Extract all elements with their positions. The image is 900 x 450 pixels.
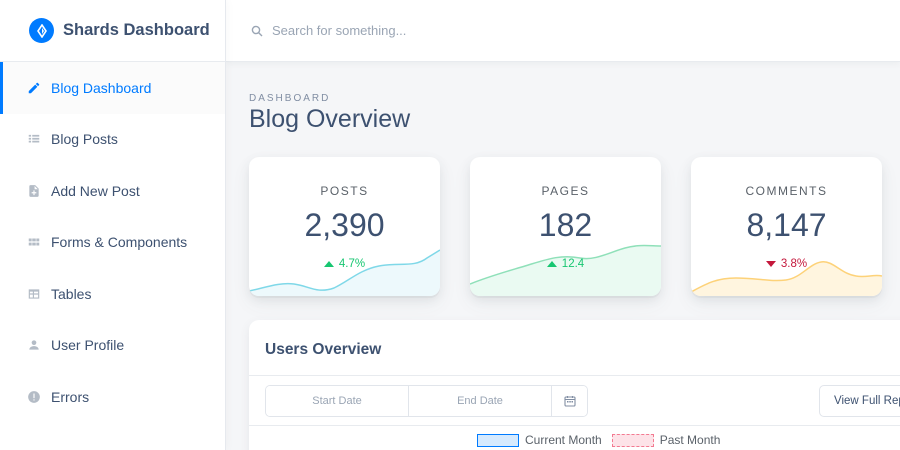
sidebar-item-blog-posts[interactable]: Blog Posts [0,114,225,166]
divider [249,375,900,376]
stat-label: COMMENTS [745,184,828,198]
stat-change-value: 4.7% [338,258,366,270]
legend-swatch-current [477,433,519,447]
sidebar-item-user-profile[interactable]: User Profile [0,320,225,372]
search-icon [251,25,263,36]
divider [249,425,900,426]
search-input[interactable] [272,23,672,38]
note-add-icon [27,184,41,198]
legend-swatch-past [611,433,654,447]
users-overview-card: Users Overview View Full Report Current … [249,320,900,450]
stat-card-posts: POSTS 2,390 4.7% [249,157,440,296]
stat-change: 12.4 [470,258,661,270]
calendar-icon [563,396,576,407]
date-range-picker [265,385,588,417]
stat-change-value: 12.4 [561,258,585,270]
brand-name: Shards Dashboard [63,21,210,39]
list-icon [27,132,41,146]
stat-change-value: 3.8% [780,258,808,270]
sidebar-item-blog-dashboard[interactable]: Blog Dashboard [0,62,225,114]
stat-card-comments: COMMENTS 8,147 3.8% [691,157,882,296]
sidebar-item-tables[interactable]: Tables [0,268,225,320]
sidebar-item-label: Blog Dashboard [51,79,152,96]
table-icon [27,287,41,301]
arrow-up-icon [546,261,557,267]
sidebar: Shards Dashboard Blog Dashboard Blog Pos… [0,0,226,450]
start-date-input[interactable] [266,386,409,416]
legend-label-current: Current Month [525,433,602,447]
legend-label-past: Past Month [659,433,721,447]
stat-value: 182 [538,207,593,243]
arrow-down-icon [765,261,776,267]
stat-change: 4.7% [249,258,440,270]
error-icon [27,390,41,404]
sidebar-item-errors[interactable]: Errors [0,371,225,423]
brand[interactable]: Shards Dashboard [0,0,225,62]
sidebar-item-add-new-post[interactable]: Add New Post [0,165,225,217]
stat-card-pages: PAGES 182 12.4 [470,157,661,296]
arrow-up-icon [323,261,334,267]
view-full-report-button[interactable]: View Full Report [819,385,900,417]
stat-label: PAGES [541,184,590,198]
sidebar-item-label: User Profile [51,337,125,354]
sidebar-item-label: Add New Post [51,182,140,199]
stat-label: POSTS [320,184,369,198]
chart-legend: Current Month Past Month [477,433,720,447]
shards-logo-icon [29,18,54,43]
end-date-input[interactable] [409,386,552,416]
calendar-button[interactable] [552,386,587,416]
users-overview-title: Users Overview [265,341,382,358]
sidebar-item-label: Errors [51,388,90,405]
stat-change: 3.8% [691,258,882,270]
sidebar-item-forms-components[interactable]: Forms & Components [0,217,225,269]
pencil-icon [27,81,41,95]
sidebar-nav: Blog Dashboard Blog Posts Add New Post F… [0,62,225,423]
person-icon [27,338,41,352]
stat-value: 2,390 [304,207,385,243]
sidebar-item-label: Tables [51,285,92,302]
stat-value: 8,147 [746,207,827,243]
view-module-icon [27,235,41,249]
page-subtitle: DASHBOARD [249,93,331,104]
sidebar-item-label: Blog Posts [51,131,118,148]
page-title: Blog Overview [249,105,411,133]
top-navbar [226,0,900,62]
sidebar-item-label: Forms & Components [51,234,188,251]
